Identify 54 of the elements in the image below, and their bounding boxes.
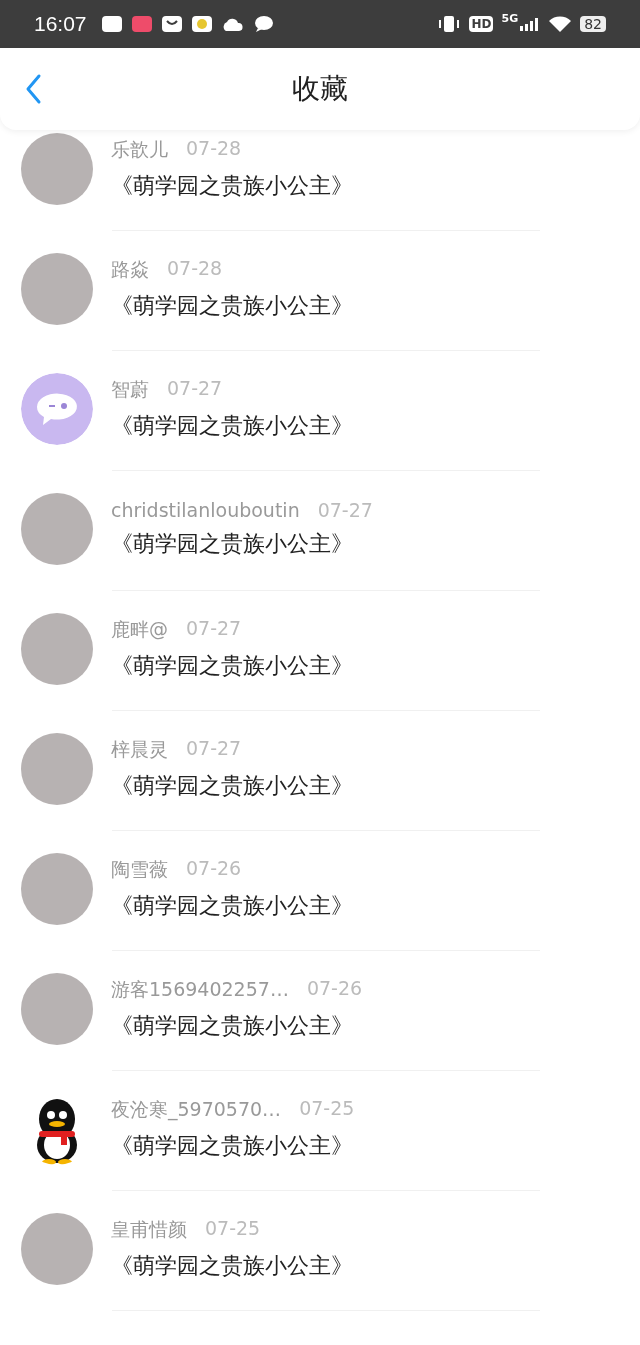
book-title: 《萌学园之贵族小公主》 xyxy=(111,772,353,800)
user-name: 夜沧寒_5970570… xyxy=(111,1097,282,1123)
favorite-item[interactable]: 皇甫惜颜 07-25 《萌学园之贵族小公主》 xyxy=(0,1191,640,1310)
date-label: 07-26 xyxy=(306,977,363,1001)
book-title: 《萌学园之贵族小公主》 xyxy=(111,652,353,680)
favorite-item[interactable]: 乐歆儿 07-28 《萌学园之贵族小公主》 xyxy=(0,130,640,230)
book-title: 《萌学园之贵族小公主》 xyxy=(111,1012,354,1040)
chat-bubble-icon xyxy=(252,15,275,33)
date-label: 07-28 xyxy=(167,257,223,281)
favorite-item[interactable]: 路焱 07-28 《萌学园之贵族小公主》 xyxy=(0,231,640,350)
hd-badge: HD xyxy=(469,16,494,32)
date-label: 07-25 xyxy=(205,1217,261,1241)
book-title: 《萌学园之贵族小公主》 xyxy=(111,412,353,440)
app-notification-icon xyxy=(130,15,153,33)
user-name: chridstilanlouboutin xyxy=(111,499,300,521)
page-title: 收藏 xyxy=(292,71,348,107)
app-notification-icon xyxy=(100,15,123,33)
user-name: 皇甫惜颜 xyxy=(111,1217,187,1242)
date-label: 07-28 xyxy=(186,137,242,161)
favorite-item[interactable]: 陶雪薇 07-26 《萌学园之贵族小公主》 xyxy=(0,831,640,950)
date-label: 07-27 xyxy=(186,737,242,761)
bag-icon xyxy=(160,15,183,33)
vibrate-icon xyxy=(437,15,462,33)
favorite-item[interactable]: 智蔚 07-27 《萌学园之贵族小公主》 xyxy=(0,351,640,470)
date-label: 07-26 xyxy=(186,857,242,881)
book-title: 《萌学园之贵族小公主》 xyxy=(111,1132,354,1160)
signal-icon xyxy=(520,17,541,31)
battery-indicator: 82 xyxy=(580,16,606,32)
favorite-item[interactable]: 梓晨灵 07-27 《萌学园之贵族小公主》 xyxy=(0,711,640,830)
date-label: 07-27 xyxy=(167,377,223,401)
user-name: 路焱 xyxy=(111,257,149,282)
date-label: 07-27 xyxy=(186,617,242,641)
favorite-item[interactable]: 游客1569402257… 07-26 《萌学园之贵族小公主》 xyxy=(0,951,640,1070)
date-label: 07-25 xyxy=(299,1097,355,1121)
user-name: 智蔚 xyxy=(111,377,149,402)
book-title: 《萌学园之贵族小公主》 xyxy=(111,892,353,920)
date-label: 07-27 xyxy=(317,499,373,521)
book-title: 《萌学园之贵族小公主》 xyxy=(111,1252,353,1280)
book-title: 《萌学园之贵族小公主》 xyxy=(111,292,353,320)
user-name: 陶雪薇 xyxy=(111,857,168,882)
book-title: 《萌学园之贵族小公主》 xyxy=(111,530,354,558)
status-time: 16:07 xyxy=(34,12,87,36)
chat-bubble-avatar-icon xyxy=(21,373,93,445)
user-name: 游客1569402257… xyxy=(111,977,289,1002)
user-name: 梓晨灵 xyxy=(111,737,168,762)
book-title: 《萌学园之贵族小公主》 xyxy=(111,172,353,200)
app-notification-icon xyxy=(190,15,213,33)
wifi-icon xyxy=(548,15,573,33)
user-name: 鹿畔@ xyxy=(111,617,168,642)
favorite-item[interactable]: 鹿畔@ 07-27 《萌学园之贵族小公主》 xyxy=(0,591,640,710)
favorite-item[interactable]: chridstilanlouboutin 07-27 《萌学园之贵族小公主》 xyxy=(0,471,640,590)
network-type: 5G xyxy=(501,12,519,25)
user-name: 乐歆儿 xyxy=(111,137,168,162)
favorite-item[interactable]: 夜沧寒_5970570… 07-25 《萌学园之贵族小公主》 xyxy=(0,1071,640,1190)
